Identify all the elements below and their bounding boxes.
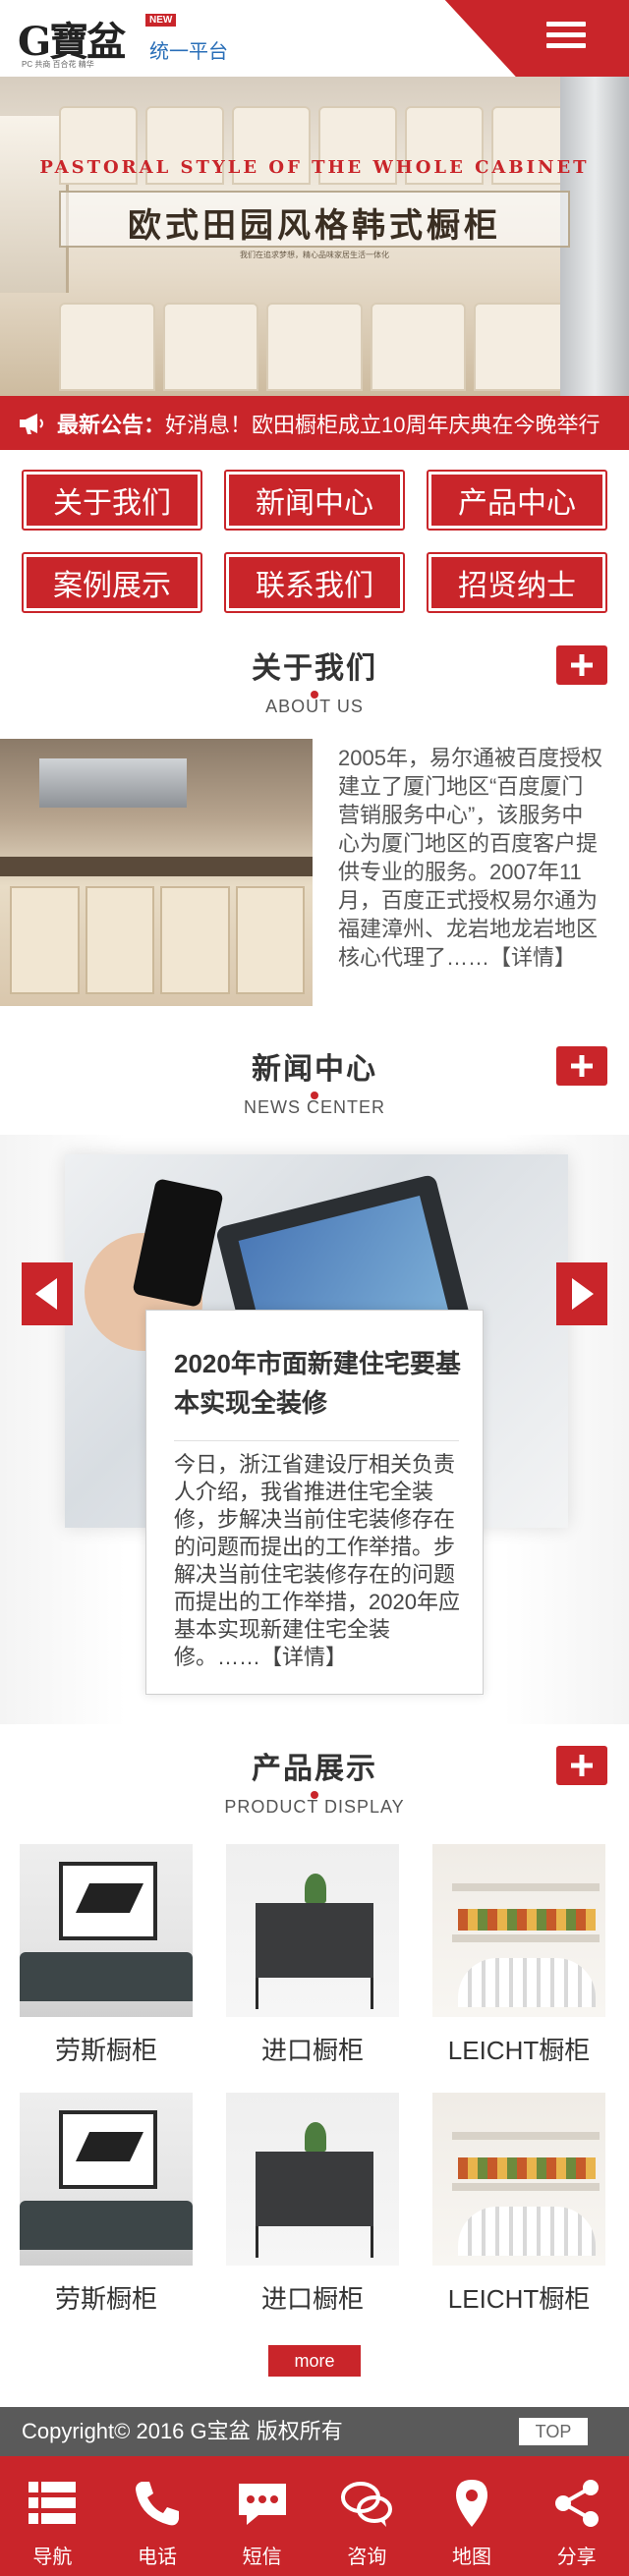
news-section-heading: 新闻中心 NEWS CENTER <box>0 1044 629 1123</box>
notice-bar[interactable]: 最新公告： 好消息！欧田橱柜成立10周年庆典在今晚举行 <box>0 396 629 450</box>
product-image <box>20 2093 193 2266</box>
about-title: 关于我们 <box>252 652 377 685</box>
share-icon <box>554 2480 599 2527</box>
product-image <box>432 2093 605 2266</box>
hamburger-menu-icon[interactable] <box>546 22 586 53</box>
product-item[interactable]: 劳斯橱柜 <box>20 1844 193 2093</box>
news-more-plus-icon[interactable] <box>556 1046 607 1086</box>
bottom-nav-label: 导航 <box>32 2547 73 2568</box>
about-subtitle: ABOUT US <box>265 697 364 716</box>
news-title: 新闻中心 <box>252 1053 377 1086</box>
header: G寶盆 PC 共商 百合花 精华 NEW 统一平台 <box>0 0 629 77</box>
bottom-nav-phone[interactable]: 电话 <box>105 2456 210 2576</box>
news-next-arrow-icon[interactable] <box>556 1262 607 1325</box>
products-section-heading: 产品展示 PRODUCT DISPLAY <box>0 1744 629 1822</box>
news-card-body: 今日，浙江省建设厅相关负责人介绍，我省推进住宅全装修，步解决当前住宅装修存在的问… <box>174 1452 460 1669</box>
bottom-nav-consult[interactable]: 咨询 <box>314 2456 420 2576</box>
products-title: 产品展示 <box>252 1753 377 1785</box>
header-red-corner <box>444 0 629 77</box>
nav-jobs-button[interactable]: 招贤纳士 <box>427 552 607 613</box>
notice-label: 最新公告： <box>57 412 166 437</box>
product-name: 进口橱柜 <box>260 2284 364 2314</box>
product-name: 劳斯橱柜 <box>54 2284 157 2314</box>
about-image <box>0 739 313 1006</box>
bottom-nav-sms[interactable]: 短信 <box>209 2456 314 2576</box>
bottom-nav-map[interactable]: 地图 <box>420 2456 525 2576</box>
bottom-nav-guide[interactable]: 导航 <box>0 2456 105 2576</box>
bottom-nav-label: 电话 <box>138 2547 177 2568</box>
product-item[interactable]: 劳斯橱柜 <box>20 2093 193 2341</box>
bottom-nav-share[interactable]: 分享 <box>524 2456 629 2576</box>
chat-icon <box>341 2482 393 2527</box>
product-name: LEICHT橱柜 <box>447 2036 591 2065</box>
notice-text: 好消息！欧田橱柜成立10周年庆典在今晚举行 <box>165 412 600 437</box>
product-item[interactable]: 进口橱柜 <box>226 1844 399 2093</box>
product-grid: 劳斯橱柜 进口橱柜 LEICHT橱柜 劳斯橱柜 进口橱柜 LEICHT橱柜 <box>20 1844 609 2341</box>
bottom-nav-label: 地图 <box>452 2547 492 2568</box>
banner-chinese-title: 欧式田园风格韩式橱柜 <box>128 207 501 245</box>
about-section-heading: 关于我们 ABOUT US <box>0 644 629 722</box>
back-to-top-button[interactable]: TOP <box>519 2418 588 2445</box>
news-card[interactable]: 2020年市面新建住宅要基本实现全装修 今日，浙江省建设厅相关负责人介绍，我省推… <box>145 1310 484 1695</box>
about-more-plus-icon[interactable] <box>556 645 607 685</box>
hero-banner[interactable]: PASTORAL STYLE OF THE WHOLE CABINET 欧式田园… <box>0 77 629 396</box>
bottom-nav-label: 短信 <box>242 2547 282 2568</box>
news-card-title: 2020年市面新建住宅要基本实现全装修 <box>174 1349 461 1418</box>
list-icon <box>29 2482 77 2524</box>
site-logo[interactable]: G寶盆 PC 共商 百合花 精华 NEW 统一平台 <box>18 8 234 69</box>
nav-contact-button[interactable]: 联系我们 <box>224 552 405 613</box>
product-image <box>226 1844 399 2017</box>
logo-title: 统一平台 <box>149 41 228 63</box>
banner-small-text: 我们在追求梦想，精心品味家居生活一体化 <box>240 251 389 259</box>
nav-products-button[interactable]: 产品中心 <box>427 470 607 531</box>
sms-icon <box>238 2484 286 2525</box>
product-name: 劳斯橱柜 <box>54 2036 157 2065</box>
product-item[interactable]: 进口橱柜 <box>226 2093 399 2341</box>
product-image <box>432 1844 605 2017</box>
product-image <box>20 1844 193 2017</box>
news-prev-arrow-icon[interactable] <box>22 1262 73 1325</box>
banner-lower-cabinets <box>59 303 570 391</box>
products-subtitle: PRODUCT DISPLAY <box>224 1797 405 1817</box>
nav-news-button[interactable]: 新闻中心 <box>224 470 405 531</box>
nav-cases-button[interactable]: 案例展示 <box>22 552 202 613</box>
product-image <box>226 2093 399 2266</box>
nav-about-button[interactable]: 关于我们 <box>22 470 202 531</box>
bottom-nav-bar: 导航 电话 短信 咨询 地图 分享 <box>0 2456 629 2576</box>
main-nav-grid: 关于我们 新闻中心 产品中心 案例展示 联系我们 招贤纳士 <box>22 470 607 613</box>
new-badge: NEW <box>145 14 177 27</box>
megaphone-icon <box>20 413 43 434</box>
bottom-nav-label: 分享 <box>556 2547 597 2568</box>
product-item[interactable]: LEICHT橱柜 <box>432 2093 605 2341</box>
news-card-divider <box>174 1440 459 1441</box>
bottom-nav-label: 咨询 <box>347 2547 387 2568</box>
phone-icon <box>136 2482 179 2526</box>
product-item[interactable]: LEICHT橱柜 <box>432 1844 605 2093</box>
logo-tagline: PC 共商 百合花 精华 <box>22 60 94 69</box>
product-name: 进口橱柜 <box>260 2036 364 2065</box>
about-text[interactable]: 2005年，易尔通被百度授权建立了厦门地区“百度厦门营销服务中心”，该服务中心为… <box>338 744 603 972</box>
products-more-plus-icon[interactable] <box>556 1746 607 1785</box>
product-name: LEICHT橱柜 <box>447 2284 591 2314</box>
news-subtitle: NEWS CENTER <box>243 1097 385 1117</box>
more-button[interactable]: more <box>268 2345 361 2377</box>
map-pin-icon <box>456 2480 488 2527</box>
banner-english-title: PASTORAL STYLE OF THE WHOLE CABINET <box>39 157 590 178</box>
